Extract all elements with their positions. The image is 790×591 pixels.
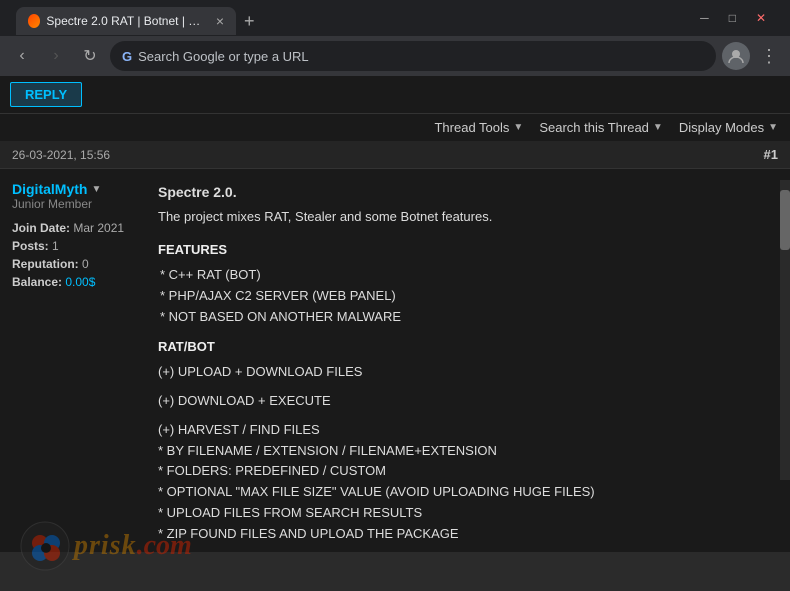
scrollbar-track[interactable] xyxy=(780,180,790,480)
harvest-item-5: * ZIP FOUND FILES AND UPLOAD THE PACKAGE xyxy=(158,524,778,545)
thread-tools-bar: Thread Tools ▼ Search this Thread ▼ Disp… xyxy=(0,113,790,141)
window-controls: ─ □ ✕ xyxy=(692,12,782,24)
reputation: Reputation: 0 xyxy=(12,257,142,271)
posts-value: 1 xyxy=(52,239,59,253)
balance-value: 0.00$ xyxy=(65,275,95,289)
feature-item-1: * C++ RAT (BOT) xyxy=(160,265,778,286)
post-date: 26-03-2021, 15:56 xyxy=(12,148,110,162)
search-thread-button[interactable]: Search this Thread ▼ xyxy=(539,120,663,135)
reputation-label: Reputation: xyxy=(12,257,79,271)
harvest-header: (+) HARVEST / FIND FILES xyxy=(158,420,778,441)
join-date-value: Mar 2021 xyxy=(73,221,124,235)
harvest-item-4: * UPLOAD FILES FROM SEARCH RESULTS xyxy=(158,503,778,524)
search-thread-arrow: ▼ xyxy=(653,122,663,133)
user-rank: Junior Member xyxy=(12,197,142,211)
user-info: DigitalMyth ▼ Junior Member Join Date: M… xyxy=(12,181,142,552)
harvest-item-3: * OPTIONAL "MAX FILE SIZE" VALUE (AVOID … xyxy=(158,482,778,503)
username-text: DigitalMyth xyxy=(12,181,87,197)
post-subtitle: The project mixes RAT, Stealer and some … xyxy=(158,207,778,228)
balance: Balance: 0.00$ xyxy=(12,275,142,289)
tab-close-button[interactable]: × xyxy=(216,13,224,29)
google-logo: G xyxy=(122,49,132,64)
forward-button[interactable]: › xyxy=(42,42,70,70)
browser-menu-button[interactable]: ⋮ xyxy=(756,46,782,67)
search-thread-label: Search this Thread xyxy=(539,120,649,135)
reload-button[interactable]: ↻ xyxy=(76,42,104,70)
browser-chrome: Spectre 2.0 RAT | Botnet | Stealer × + ─… xyxy=(0,0,790,76)
maximize-button[interactable]: □ xyxy=(721,12,744,24)
back-button[interactable]: ‹ xyxy=(8,42,36,70)
rat-bot-header: RAT/BOT xyxy=(158,337,778,358)
post-header: 26-03-2021, 15:56 #1 xyxy=(0,141,790,169)
harvest-item-2: * FOLDERS: PREDEFINED / CUSTOM xyxy=(158,461,778,482)
posts-label: Posts: xyxy=(12,239,49,253)
post-content: Spectre 2.0. The project mixes RAT, Stea… xyxy=(158,181,778,552)
thread-tools-button[interactable]: Thread Tools ▼ xyxy=(434,120,523,135)
join-date: Join Date: Mar 2021 xyxy=(12,221,142,235)
balance-label: Balance: xyxy=(12,275,62,289)
feature-item-2: * PHP/AJAX C2 SERVER (WEB PANEL) xyxy=(160,286,778,307)
post-area[interactable]: 26-03-2021, 15:56 #1 DigitalMyth ▼ Junio… xyxy=(0,141,790,552)
profile-button[interactable] xyxy=(722,42,750,70)
post-number: #1 xyxy=(764,147,778,162)
post-title: Spectre 2.0. xyxy=(158,181,778,203)
title-bar: Spectre 2.0 RAT | Botnet | Stealer × + ─… xyxy=(0,0,790,36)
username: DigitalMyth ▼ xyxy=(12,181,142,197)
display-modes-button[interactable]: Display Modes ▼ xyxy=(679,120,778,135)
tab-favicon xyxy=(28,14,40,28)
download-execute: (+) DOWNLOAD + EXECUTE xyxy=(158,391,778,412)
active-tab[interactable]: Spectre 2.0 RAT | Botnet | Stealer × xyxy=(16,7,236,35)
feature-item-3: * NOT BASED ON ANOTHER MALWARE xyxy=(160,307,778,328)
upload-download: (+) UPLOAD + DOWNLOAD FILES xyxy=(158,362,778,383)
forum-toolbar: REPLY xyxy=(0,76,790,113)
address-bar-row: ‹ › ↻ G Search Google or type a URL ⋮ xyxy=(0,36,790,76)
new-tab-button[interactable]: + xyxy=(236,7,263,35)
username-arrow: ▼ xyxy=(91,184,101,195)
reply-button[interactable]: REPLY xyxy=(10,82,82,107)
join-date-label: Join Date: xyxy=(12,221,70,235)
profile-icon xyxy=(727,47,745,65)
scrollbar-thumb[interactable] xyxy=(780,190,790,250)
features-header: FEATURES xyxy=(158,240,778,261)
address-text: Search Google or type a URL xyxy=(138,49,309,64)
posts-count: Posts: 1 xyxy=(12,239,142,253)
address-box[interactable]: G Search Google or type a URL xyxy=(110,41,716,71)
tab-bar: Spectre 2.0 RAT | Botnet | Stealer × + xyxy=(8,1,692,35)
close-window-button[interactable]: ✕ xyxy=(748,12,774,24)
harvest-item-1: * BY FILENAME / EXTENSION / FILENAME+EXT… xyxy=(158,441,778,462)
tab-title-text: Spectre 2.0 RAT | Botnet | Stealer xyxy=(46,14,205,28)
post-body: DigitalMyth ▼ Junior Member Join Date: M… xyxy=(0,169,790,552)
reputation-value: 0 xyxy=(82,257,89,271)
thread-tools-arrow: ▼ xyxy=(513,122,523,133)
display-modes-label: Display Modes xyxy=(679,120,764,135)
display-modes-arrow: ▼ xyxy=(768,122,778,133)
minimize-button[interactable]: ─ xyxy=(692,12,717,24)
thread-tools-label: Thread Tools xyxy=(434,120,509,135)
